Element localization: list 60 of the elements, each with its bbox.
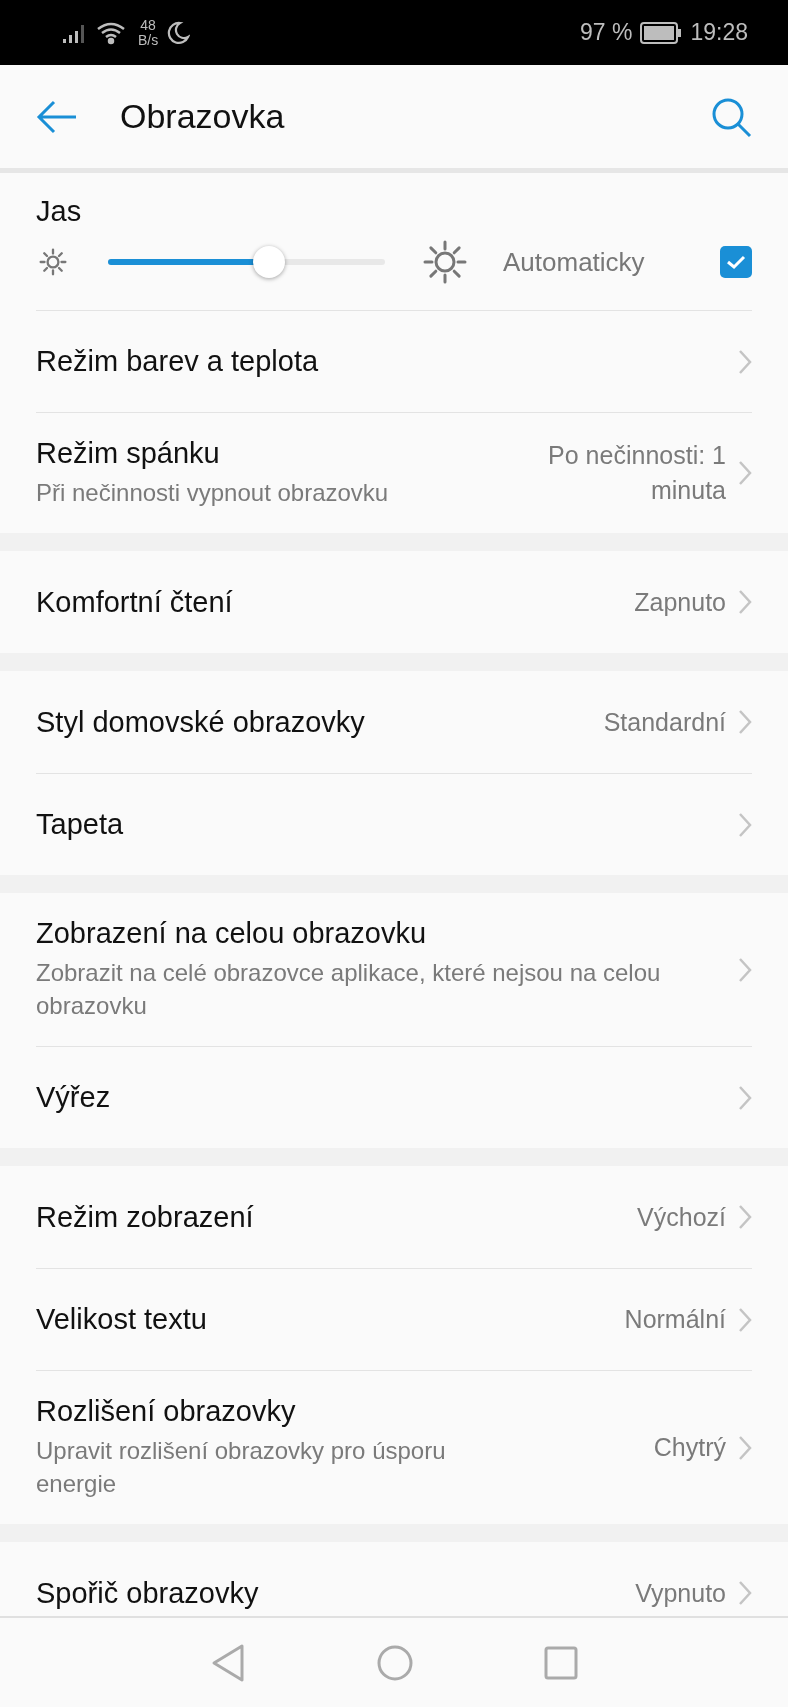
clock: 19:28: [690, 19, 748, 46]
chevron-icon: [738, 709, 752, 735]
auto-checkbox[interactable]: [720, 246, 752, 278]
chevron-icon: [738, 348, 752, 375]
back-icon[interactable]: [210, 1642, 246, 1683]
row-title: Výřez: [36, 1081, 112, 1114]
row-title: Velikost textu: [36, 1303, 208, 1336]
chevron-icon: [738, 956, 752, 983]
row-value: Vypnuto: [635, 1577, 726, 1609]
slider-thumb[interactable]: [252, 246, 285, 278]
row-value: Výchozí: [637, 1201, 726, 1233]
chevron-icon: [738, 460, 752, 486]
settings-row[interactable]: Tapeta: [36, 773, 752, 875]
row-subtitle: Upravit rozlišení obrazovky pro úsporu energie: [36, 1436, 447, 1499]
battery-icon: [640, 21, 683, 44]
battery-percent: 97 %: [580, 19, 633, 46]
bright-sun-icon: [423, 240, 467, 284]
chevron-icon: [738, 589, 752, 615]
speed-value: 48: [140, 17, 156, 33]
row-subtitle: Zobrazit na celé obrazovce aplikace, které nejsou na celou obrazovku: [36, 958, 662, 1021]
back-arrow-icon[interactable]: [36, 98, 78, 135]
settings-row[interactable]: Režim zobrazení Výchozí: [36, 1166, 752, 1268]
row-title: Styl domovské obrazovky: [36, 705, 366, 739]
row-value: Zapnuto: [634, 586, 726, 618]
screen-title: Obrazovka: [120, 97, 286, 136]
brightness-slider[interactable]: [108, 246, 385, 278]
row-title: Zobrazení na celou obrazovku: [36, 917, 428, 950]
speed-unit: B/s: [138, 32, 159, 48]
settings-row[interactable]: Rozlišení obrazovky Upravit rozlišení obrazovky pro úsporu energie Chytrý: [36, 1370, 752, 1524]
row-title: Komfortní čtení: [36, 585, 234, 619]
wifi-icon: [96, 20, 126, 45]
row-value: Standardní: [603, 706, 726, 738]
row-title: Tapeta: [36, 808, 125, 841]
row-value: Chytrý: [653, 1432, 726, 1463]
recents-icon[interactable]: [544, 1645, 578, 1680]
chevron-icon: [738, 1434, 752, 1461]
row-title: Rozlišení obrazovky: [36, 1395, 297, 1428]
brightness-label: Jas: [36, 195, 83, 228]
home-icon[interactable]: [376, 1643, 414, 1682]
chevron-icon: [738, 1580, 752, 1606]
settings-row[interactable]: Styl domovské obrazovky Standardní: [36, 671, 752, 773]
chevron-icon: [738, 1204, 752, 1230]
settings-row[interactable]: Výřez: [36, 1046, 752, 1148]
auto-label: Automaticky: [503, 246, 645, 278]
row-title: Režim barev a teplota: [36, 345, 320, 378]
chevron-icon: [738, 811, 752, 838]
settings-row[interactable]: Velikost textu Normální: [36, 1268, 752, 1370]
checkmark-icon: [726, 254, 746, 270]
settings-row[interactable]: Režim barev a teplota: [36, 310, 752, 412]
settings-row[interactable]: Režim spánku Při nečinnosti vypnout obrazovku Po nečinnosti: 1 minuta: [36, 412, 752, 533]
chevron-icon: [738, 1306, 752, 1333]
row-title: Režim zobrazení: [36, 1200, 255, 1234]
row-subtitle: Při nečinnosti vypnout obrazovku: [36, 478, 390, 508]
chevron-icon: [738, 1084, 752, 1111]
settings-row[interactable]: Zobrazení na celou obrazovku Zobrazit na celé obrazovce aplikace, které nejsou na celou obrazovku: [36, 893, 752, 1046]
row-title: Spořič obrazovky: [36, 1576, 260, 1610]
row-title: Režim spánku: [36, 437, 221, 470]
row-value: Po nečinnosti: 1 minuta: [547, 440, 726, 506]
row-value: Normální: [624, 1304, 726, 1335]
moon-icon: [166, 20, 191, 45]
